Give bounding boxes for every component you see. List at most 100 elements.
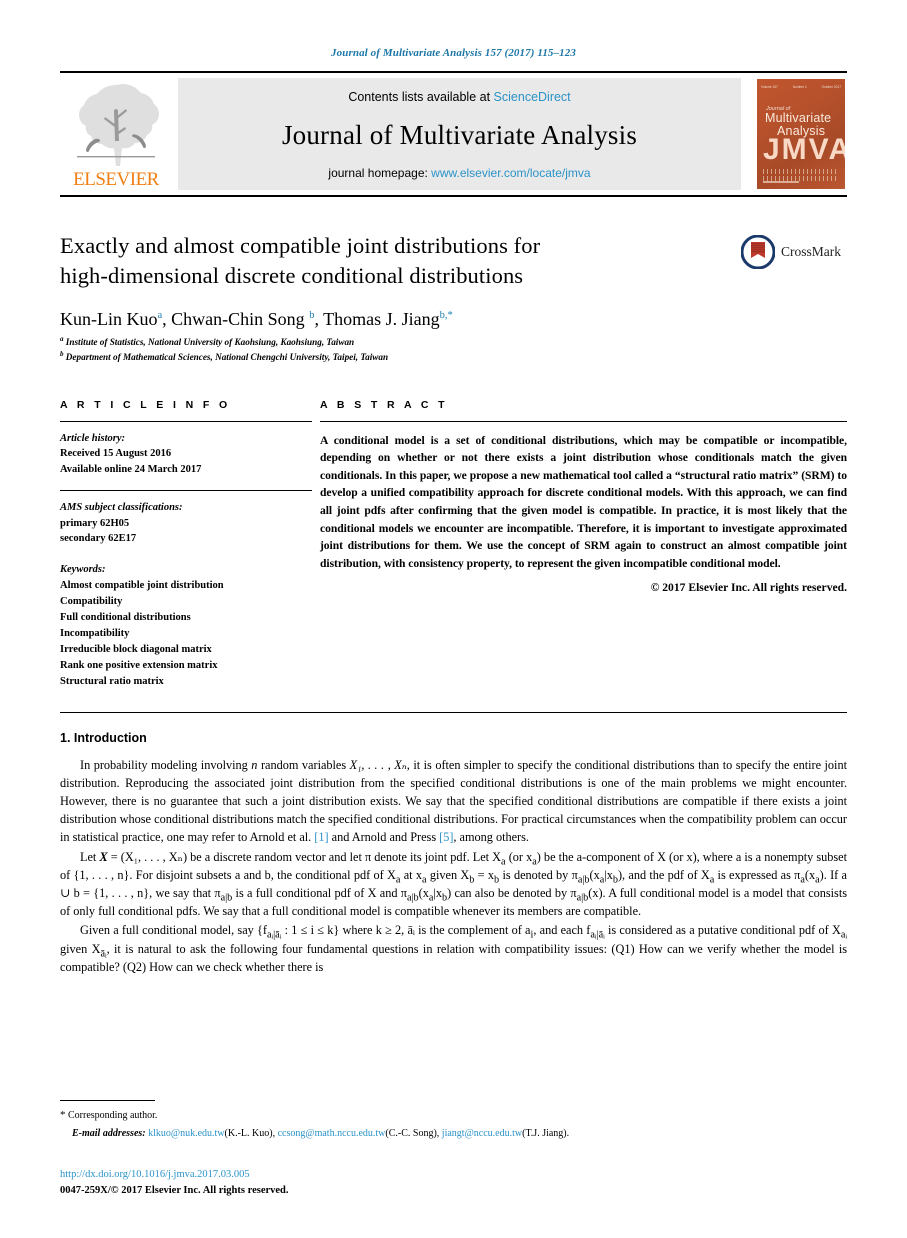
p1-seg-b: random variables: [257, 757, 350, 772]
article-info-rule-top: [60, 420, 312, 422]
affiliation-a-text: Institute of Statistics, National Univer…: [65, 336, 355, 347]
p2-seg-a: Let: [80, 849, 100, 864]
corresponding-author-text: Corresponding author.: [68, 1110, 158, 1122]
keywords-group: Keywords: Almost compatible joint distri…: [60, 562, 312, 690]
crossmark-label: CrossMark: [781, 244, 841, 259]
citation-link-5[interactable]: [5]: [439, 830, 453, 844]
p3-sub: aᵢ|āᵢ: [590, 929, 605, 941]
cover-volume: Volume 157: [761, 84, 778, 89]
affil-marker-b: b: [60, 350, 64, 359]
body-separator-rule: [60, 711, 847, 713]
paper-page: Journal of Multivariate Analysis 157 (20…: [0, 0, 907, 1238]
contents-line: Contents lists available at ScienceDirec…: [348, 90, 570, 104]
p2-sub: a|b: [407, 892, 419, 904]
title-block: Exactly and almost compatible joint dist…: [60, 231, 847, 365]
p2-bold-X: X: [99, 849, 108, 864]
p3-sub: aᵢ|āᵢ: [266, 929, 282, 941]
affiliation-a: a Institute of Statistics, National Univ…: [60, 334, 847, 349]
p3-seg-d: is considered as a putative conditional …: [604, 923, 841, 938]
title-line-1: Exactly and almost compatible joint dist…: [60, 233, 541, 258]
p2-seg-b: = (X₁, . . . , Xₙ) be a discrete random …: [107, 849, 502, 864]
email-addresses-line: E-mail addresses: klkuo@nuk.edu.tw(K.-L.…: [72, 1128, 570, 1139]
author-affil-marker-b: b: [309, 309, 315, 321]
sciencedirect-link[interactable]: ScienceDirect: [494, 90, 571, 104]
cover-footer-bar: [763, 181, 799, 183]
p1-seg-a: In probability modeling involving: [80, 757, 252, 772]
p3-seg-b: : 1 ≤ i ≤ k} where k ≥ 2, āᵢ is the comp…: [281, 923, 531, 938]
affil-marker-a: a: [60, 334, 64, 343]
contents-prefix: Contents lists available at: [348, 90, 491, 104]
homepage-link[interactable]: www.elsevier.com/locate/jmva: [431, 166, 590, 180]
affiliation-b: b Department of Mathematical Sciences, N…: [60, 351, 847, 364]
p2-seg-g: = x: [474, 867, 495, 882]
p2-seg-i: (x: [589, 867, 600, 882]
email-person-song: (C.-C. Song): [385, 1128, 437, 1139]
article-history-label: Article history:: [60, 432, 126, 444]
cover-date: October 2017: [821, 84, 841, 89]
p2-seg-c: (or x: [505, 849, 533, 864]
journal-masthead: ELSEVIER Contents lists available at Sci…: [60, 71, 847, 197]
citation-link-1[interactable]: [1]: [314, 830, 328, 844]
cover-number: Number 1: [792, 84, 807, 89]
abstract-text: A conditional model is a set of conditio…: [320, 433, 847, 570]
elsevier-wordmark: ELSEVIER: [73, 169, 159, 190]
paragraph-3: Given a full conditional model, say {faᵢ…: [60, 921, 847, 976]
email-label: E-mail addresses:: [72, 1128, 146, 1139]
email-link-song[interactable]: ccsong@math.nccu.edu.tw: [278, 1128, 386, 1139]
crossmark-badge[interactable]: CrossMark: [741, 235, 841, 269]
p2-seg-p: (x: [418, 885, 429, 900]
email-person-jiang: (T.J. Jiang): [522, 1128, 567, 1139]
ams-label: AMS subject classifications:: [60, 501, 183, 513]
p2-seg-e: at x: [400, 867, 422, 882]
p1-seg-e: , among others.: [453, 830, 529, 845]
keyword-item: Rank one positive extension matrix: [60, 659, 218, 671]
title-line-2: high-dimensional discrete conditional di…: [60, 262, 524, 288]
author-list: Kun-Lin Kuoa, Chwan-Chin Song b, Thomas …: [60, 308, 453, 329]
corresponding-author-marker: *: [60, 1109, 66, 1122]
footnote-block: * Corresponding author. E-mail addresses…: [60, 1100, 847, 1142]
article-history-item: Received 15 August 2016: [60, 448, 172, 460]
p2-sub: a|b: [220, 892, 233, 904]
elsevier-logo: ELSEVIER: [60, 73, 172, 195]
p3-seg-f: , it is natural to ask the following fou…: [60, 941, 847, 974]
journal-cover-cell: Volume 157 Number 1 October 2017 Journal…: [747, 73, 847, 195]
p2-seg-m: (x: [804, 867, 816, 882]
p1-vars: X₁, . . . , Xₙ: [349, 757, 407, 772]
abstract-copyright: © 2017 Elsevier Inc. All rights reserved…: [650, 581, 847, 595]
journal-title: Journal of Multivariate Analysis: [281, 119, 638, 150]
keywords-label: Keywords:: [60, 564, 106, 576]
ams-classification-group: AMS subject classifications: primary 62H…: [60, 500, 312, 547]
keyword-item: Almost compatible joint distribution: [60, 579, 224, 591]
p2-seg-o: is a full conditional pdf of X and π: [232, 885, 407, 900]
keyword-item: Irreducible block diagonal matrix: [60, 643, 212, 655]
p2-seg-l: is expressed as π: [714, 867, 801, 882]
homepage-line: journal homepage: www.elsevier.com/locat…: [328, 166, 590, 180]
corresponding-author-line: * Corresponding author.: [60, 1107, 847, 1125]
p3-seg-a: Given a full conditional model, say {f: [80, 923, 267, 938]
email-link-jiang[interactable]: jiangt@nccu.edu.tw: [442, 1128, 522, 1139]
article-info-heading: A R T I C L E I N F O: [60, 398, 231, 411]
p2-seg-h: is denoted by π: [499, 867, 578, 882]
doi-link[interactable]: http://dx.doi.org/10.1016/j.jmva.2017.03…: [60, 1169, 250, 1180]
journal-cover-image: Volume 157 Number 1 October 2017 Journal…: [757, 79, 845, 189]
p3-seg-c: , and each f: [533, 923, 591, 938]
article-info-rule-mid: [60, 489, 312, 491]
ams-item: secondary 62E17: [60, 533, 137, 545]
abstract-heading: A B S T R A C T: [320, 398, 448, 411]
cover-rule-1: [763, 169, 839, 174]
p2-sub: a|b: [576, 892, 589, 904]
author-affil-marker-b-star: b,*: [439, 309, 453, 321]
paragraph-1: In probability modeling involving n rand…: [60, 756, 847, 847]
email-person-kuo: (K.-L. Kuo): [224, 1128, 273, 1139]
keyword-item: Compatibility: [60, 595, 123, 607]
keyword-item: Structural ratio matrix: [60, 675, 164, 687]
cover-top-strip: Volume 157 Number 1 October 2017: [761, 82, 841, 91]
abstract-column: A B S T R A C T A conditional model is a…: [312, 399, 847, 690]
elsevier-tree-icon: [77, 84, 159, 166]
author-affil-marker-a: a: [157, 309, 163, 321]
abstract-rule: [320, 420, 847, 422]
p2-seg-r: ) can also be denoted by π: [447, 885, 577, 900]
affiliation-b-text: Department of Mathematical Sciences, Nat…: [65, 352, 389, 363]
email-link-kuo[interactable]: klkuo@nuk.edu.tw: [148, 1128, 224, 1139]
issn-copyright-line: 0047-259X/© 2017 Elsevier Inc. All right…: [60, 1185, 289, 1196]
